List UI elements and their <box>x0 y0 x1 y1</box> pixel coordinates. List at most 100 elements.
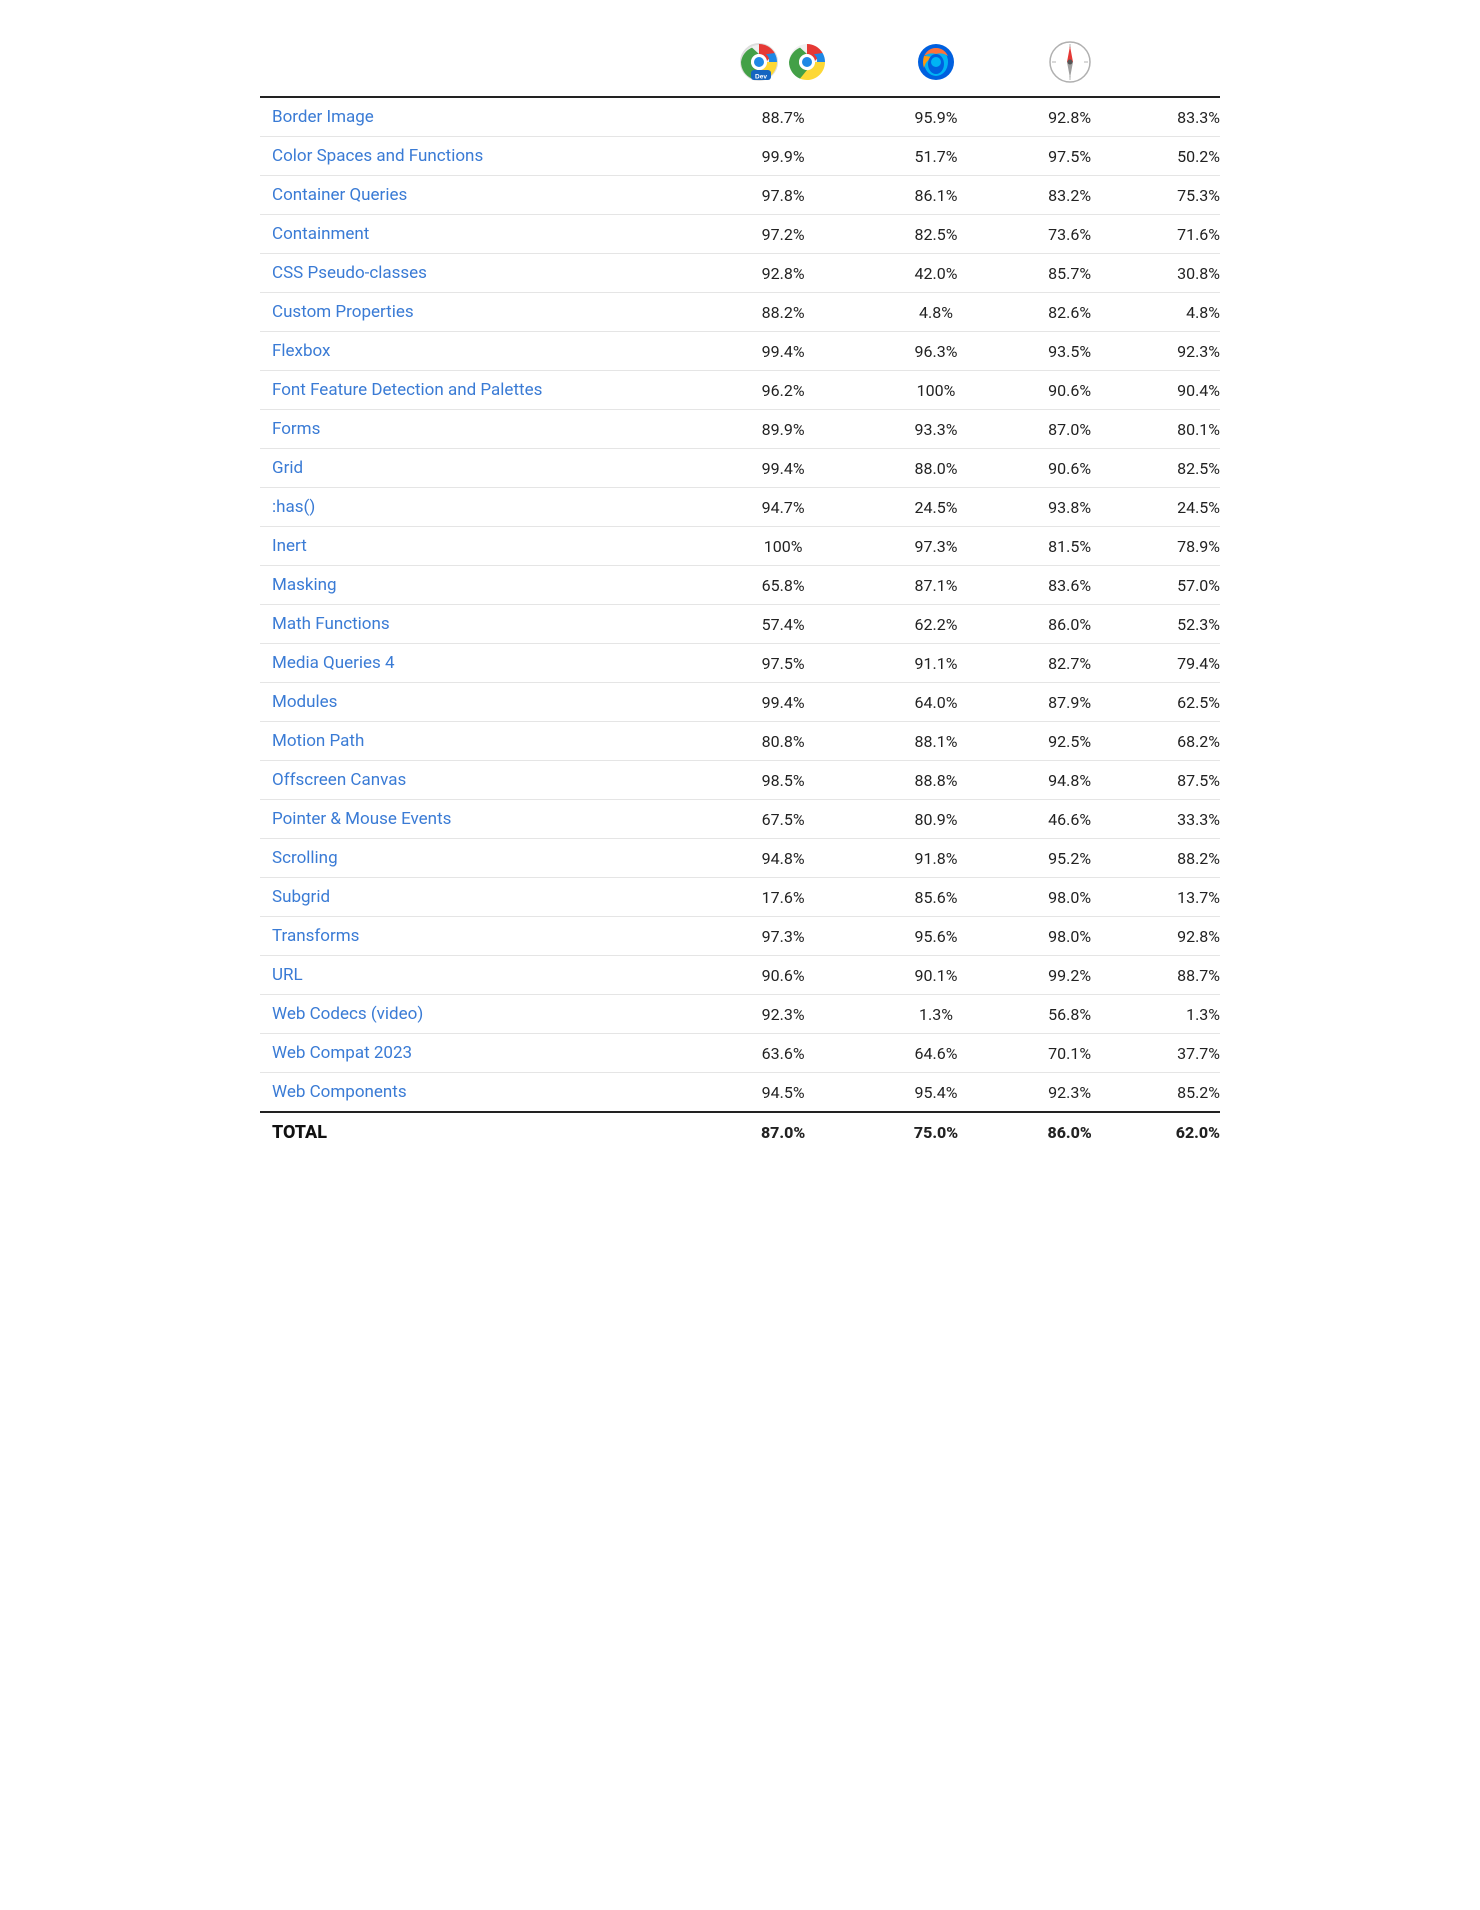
col1-value: 94.7% <box>697 488 869 527</box>
col2-value: 100% <box>869 371 1003 410</box>
area-name[interactable]: Grid <box>260 449 697 488</box>
col1-value: 88.2% <box>697 293 869 332</box>
table-row: Offscreen Canvas 98.5% 88.8% 94.8% 87.5% <box>260 761 1220 800</box>
interop-value: 30.8% <box>1136 254 1220 293</box>
table-row: Inert 100% 97.3% 81.5% 78.9% <box>260 527 1220 566</box>
table-row: Color Spaces and Functions 99.9% 51.7% 9… <box>260 137 1220 176</box>
table-row: Border Image 88.7% 95.9% 92.8% 83.3% <box>260 97 1220 137</box>
area-name[interactable]: :has() <box>260 488 697 527</box>
area-name[interactable]: Web Compat 2023 <box>260 1034 697 1073</box>
area-name[interactable]: CSS Pseudo-classes <box>260 254 697 293</box>
table-row: Web Compat 2023 63.6% 64.6% 70.1% 37.7% <box>260 1034 1220 1073</box>
col1-value: 99.4% <box>697 449 869 488</box>
total-interop: 62.0% <box>1136 1112 1220 1152</box>
area-name[interactable]: Motion Path <box>260 722 697 761</box>
table-row: Web Components 94.5% 95.4% 92.3% 85.2% <box>260 1073 1220 1113</box>
area-name[interactable]: Containment <box>260 215 697 254</box>
col1-value: 96.2% <box>697 371 869 410</box>
interop-value: 1.3% <box>1136 995 1220 1034</box>
interop-value: 52.3% <box>1136 605 1220 644</box>
interop-value: 90.4% <box>1136 371 1220 410</box>
col3-value: 87.9% <box>1003 683 1137 722</box>
area-name[interactable]: Transforms <box>260 917 697 956</box>
col3-value: 95.2% <box>1003 839 1137 878</box>
col1-value: 63.6% <box>697 1034 869 1073</box>
col1-value: 99.4% <box>697 332 869 371</box>
col3-value: 99.2% <box>1003 956 1137 995</box>
header-safari <box>1003 30 1137 97</box>
interop-value: 79.4% <box>1136 644 1220 683</box>
header-interop <box>1136 30 1220 97</box>
col1-value: 97.3% <box>697 917 869 956</box>
interop-value: 83.3% <box>1136 97 1220 137</box>
col2-value: 87.1% <box>869 566 1003 605</box>
area-name[interactable]: Subgrid <box>260 878 697 917</box>
col2-value: 64.6% <box>869 1034 1003 1073</box>
col1-value: 17.6% <box>697 878 869 917</box>
col2-value: 97.3% <box>869 527 1003 566</box>
col1-value: 90.6% <box>697 956 869 995</box>
col1-value: 99.4% <box>697 683 869 722</box>
area-name[interactable]: Forms <box>260 410 697 449</box>
col2-value: 95.4% <box>869 1073 1003 1113</box>
interop-value: 37.7% <box>1136 1034 1220 1073</box>
area-name[interactable]: Modules <box>260 683 697 722</box>
area-name[interactable]: Flexbox <box>260 332 697 371</box>
area-name[interactable]: Font Feature Detection and Palettes <box>260 371 697 410</box>
interop-value: 88.2% <box>1136 839 1220 878</box>
area-name[interactable]: Container Queries <box>260 176 697 215</box>
svg-text:Dev: Dev <box>755 74 767 81</box>
col3-value: 56.8% <box>1003 995 1137 1034</box>
area-name[interactable]: Offscreen Canvas <box>260 761 697 800</box>
area-name[interactable]: Custom Properties <box>260 293 697 332</box>
col3-value: 82.6% <box>1003 293 1137 332</box>
col2-value: 90.1% <box>869 956 1003 995</box>
col3-value: 93.8% <box>1003 488 1137 527</box>
col2-value: 80.9% <box>869 800 1003 839</box>
firefox-icon <box>914 40 958 84</box>
col3-value: 92.8% <box>1003 97 1137 137</box>
total-col3: 86.0% <box>1003 1112 1137 1152</box>
col1-value: 94.5% <box>697 1073 869 1113</box>
col3-value: 46.6% <box>1003 800 1137 839</box>
area-name[interactable]: Masking <box>260 566 697 605</box>
area-name[interactable]: Web Codecs (video) <box>260 995 697 1034</box>
col3-value: 92.5% <box>1003 722 1137 761</box>
col1-value: 97.2% <box>697 215 869 254</box>
col1-value: 97.5% <box>697 644 869 683</box>
interop-value: 82.5% <box>1136 449 1220 488</box>
interop-value: 62.5% <box>1136 683 1220 722</box>
area-name[interactable]: Media Queries 4 <box>260 644 697 683</box>
table-row: Motion Path 80.8% 88.1% 92.5% 68.2% <box>260 722 1220 761</box>
focus-areas-table: Dev <box>260 30 1220 1152</box>
safari-icon <box>1048 40 1092 84</box>
col2-value: 1.3% <box>869 995 1003 1034</box>
interop-value: 4.8% <box>1136 293 1220 332</box>
interop-value: 50.2% <box>1136 137 1220 176</box>
col3-value: 90.6% <box>1003 371 1137 410</box>
col1-value: 99.9% <box>697 137 869 176</box>
header-area <box>260 30 697 97</box>
col2-value: 62.2% <box>869 605 1003 644</box>
table-row: Containment 97.2% 82.5% 73.6% 71.6% <box>260 215 1220 254</box>
total-label: TOTAL <box>260 1112 697 1152</box>
col1-value: 57.4% <box>697 605 869 644</box>
col2-value: 4.8% <box>869 293 1003 332</box>
area-name[interactable]: Scrolling <box>260 839 697 878</box>
col1-value: 97.8% <box>697 176 869 215</box>
col3-value: 85.7% <box>1003 254 1137 293</box>
area-name[interactable]: URL <box>260 956 697 995</box>
table-row: Subgrid 17.6% 85.6% 98.0% 13.7% <box>260 878 1220 917</box>
interop-value: 33.3% <box>1136 800 1220 839</box>
table-row: Pointer & Mouse Events 67.5% 80.9% 46.6%… <box>260 800 1220 839</box>
area-name[interactable]: Border Image <box>260 97 697 137</box>
area-name[interactable]: Color Spaces and Functions <box>260 137 697 176</box>
area-name[interactable]: Math Functions <box>260 605 697 644</box>
col3-value: 73.6% <box>1003 215 1137 254</box>
table-row: Flexbox 99.4% 96.3% 93.5% 92.3% <box>260 332 1220 371</box>
total-col1: 87.0% <box>697 1112 869 1152</box>
area-name[interactable]: Web Components <box>260 1073 697 1113</box>
header-chrome-dev: Dev <box>697 30 869 97</box>
area-name[interactable]: Inert <box>260 527 697 566</box>
area-name[interactable]: Pointer & Mouse Events <box>260 800 697 839</box>
